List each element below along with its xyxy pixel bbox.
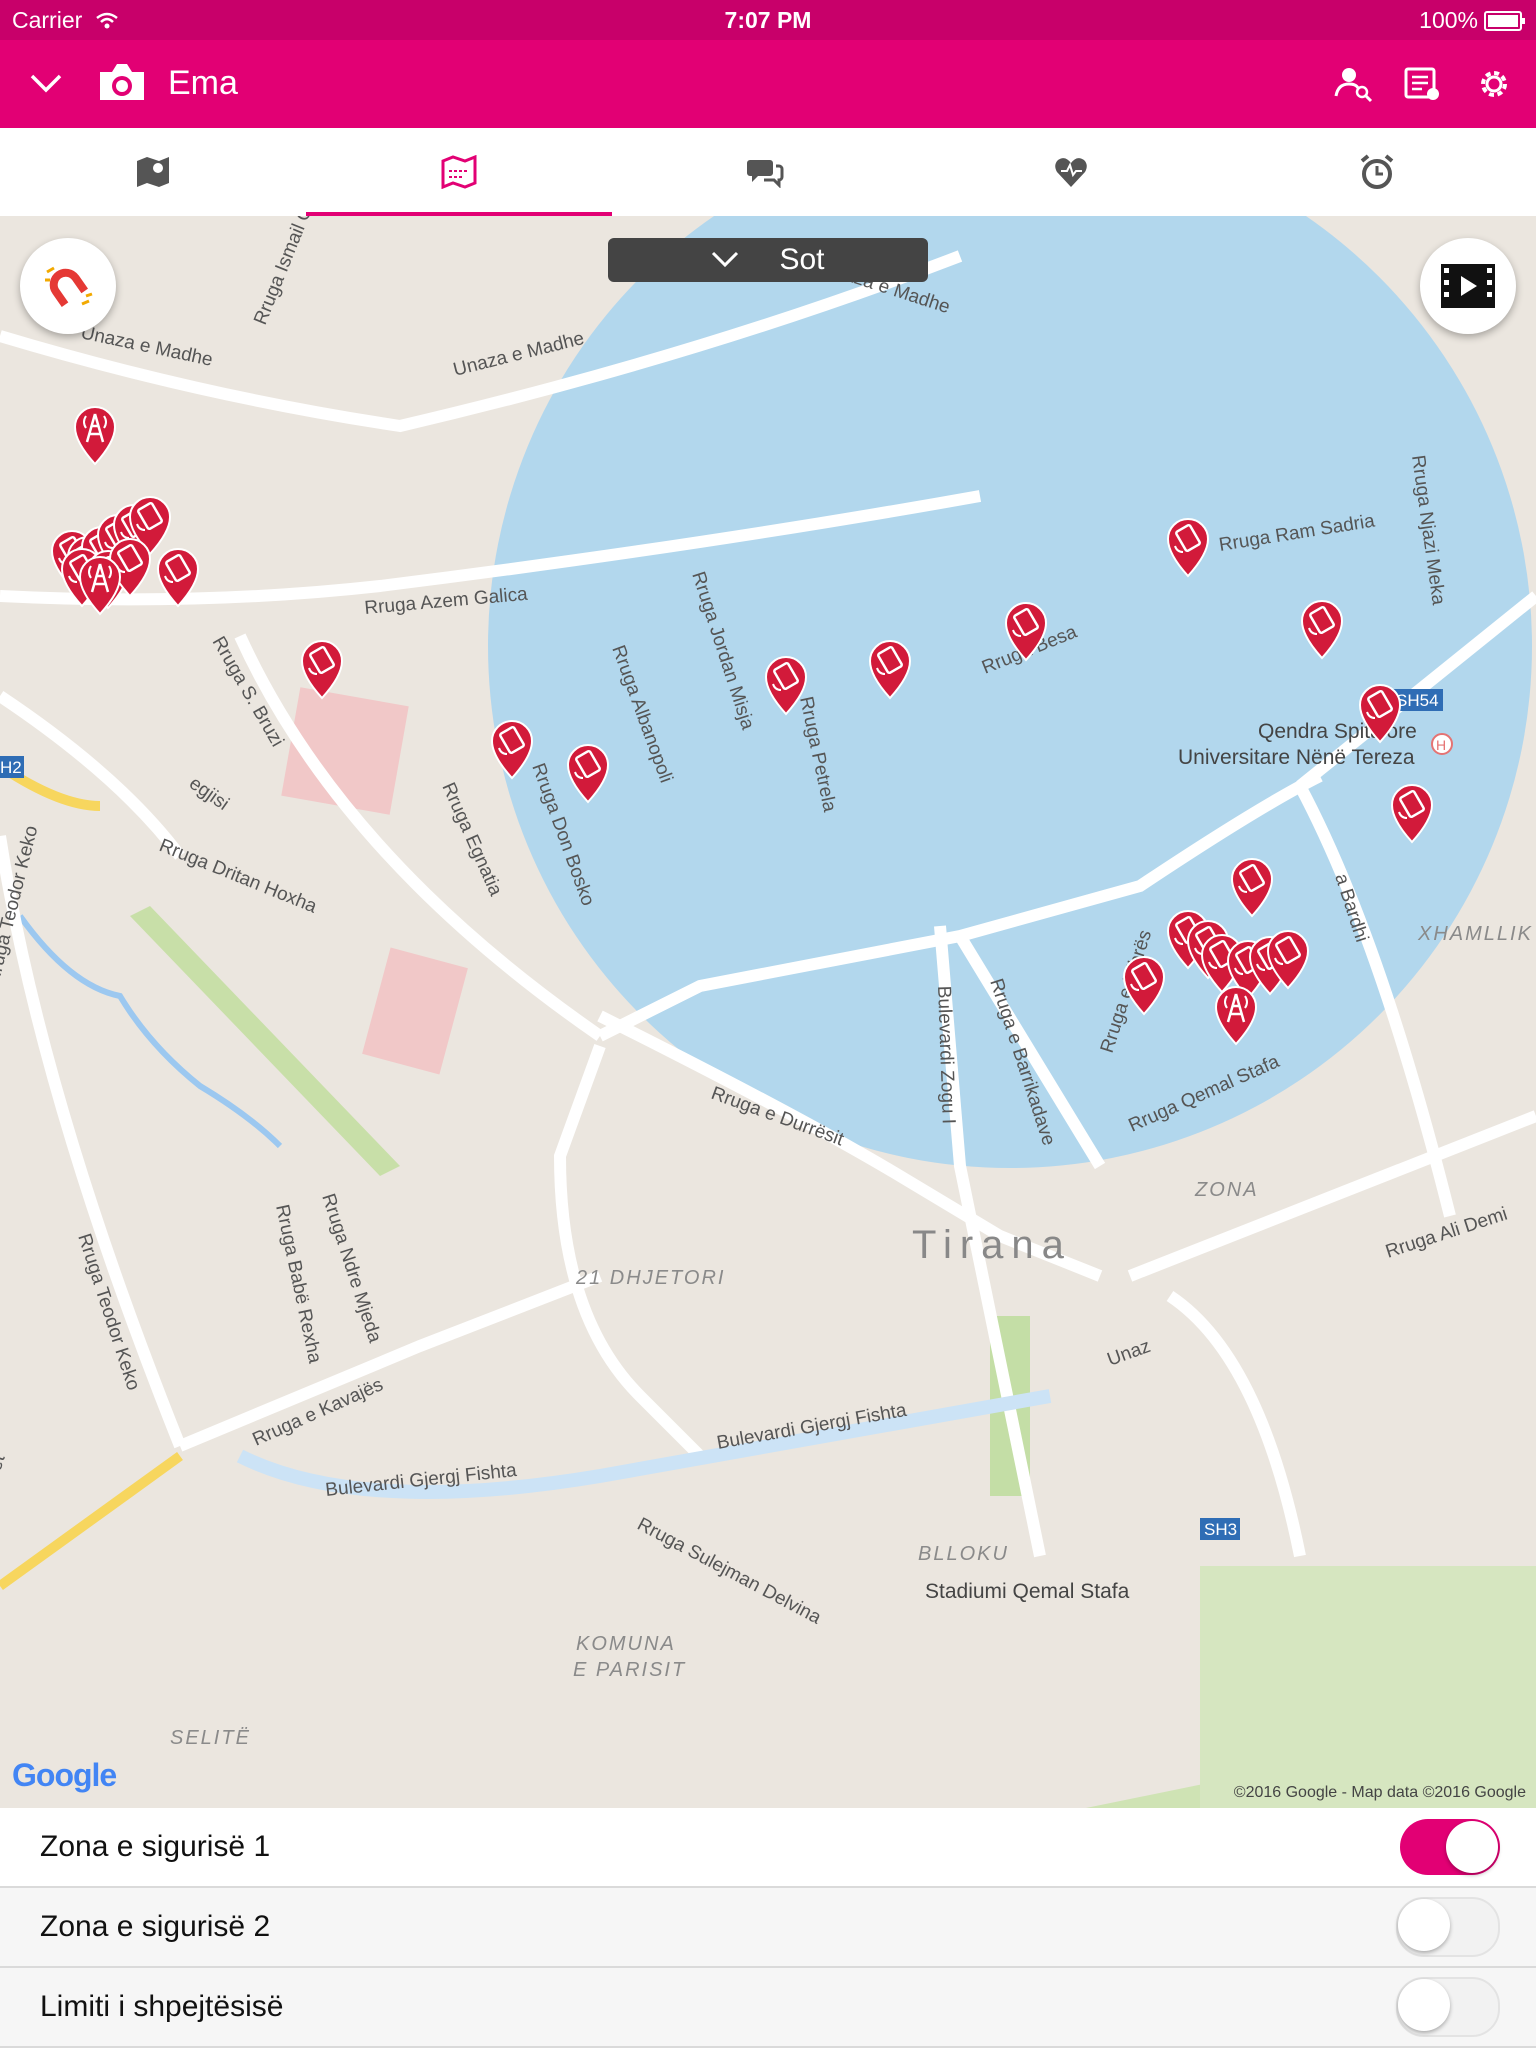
zone-2-toggle[interactable] [1396, 1897, 1500, 1957]
toggle-knob [1398, 1899, 1450, 1951]
cell-tower-pin[interactable] [70, 402, 120, 466]
camera-icon[interactable] [96, 60, 148, 104]
setting-row-zone-2[interactable]: Zona e sigurisë 2 [0, 1888, 1536, 1968]
zone-settings-list: Zona e sigurisë 1 Zona e sigurisë 2 Limi… [0, 1808, 1536, 2048]
phone-location-pin[interactable] [865, 636, 915, 700]
gear-icon[interactable] [1474, 64, 1514, 104]
poi-label: Stadiumi Qemal Stafa [925, 1580, 1130, 1603]
phone-location-pin[interactable] [153, 544, 203, 608]
pin-marker-icon [156, 548, 200, 608]
battery-icon [1484, 10, 1525, 31]
phone-location-pin[interactable] [1355, 680, 1405, 744]
map-attribution: ©2016 Google - Map data ©2016 Google [1233, 1784, 1526, 1801]
toggle-knob [1398, 1979, 1450, 2031]
district-label: E PARISIT [573, 1659, 686, 1681]
film-play-icon [1441, 264, 1495, 308]
tab-health[interactable] [918, 128, 1224, 216]
pin-marker-icon [300, 640, 344, 700]
city-label: Tirana [912, 1223, 1072, 1267]
chevron-down-icon[interactable] [28, 68, 64, 98]
setting-label: Limiti i shpejtësisë [40, 1990, 284, 2023]
pin-marker-icon [1230, 858, 1274, 918]
clock: 7:07 PM [724, 7, 812, 33]
road-shield: SH3 [1204, 1520, 1237, 1539]
setting-label: Zona e sigurisë 2 [40, 1910, 271, 1943]
chevron-down-icon [712, 251, 739, 268]
pin-marker-icon [1122, 956, 1166, 1016]
phone-location-pin[interactable] [761, 652, 811, 716]
pin-marker-icon [566, 744, 610, 804]
phone-location-pin[interactable] [1227, 854, 1277, 918]
phone-location-pin[interactable] [1263, 926, 1313, 990]
pin-marker-icon [73, 406, 117, 466]
pin-marker-icon [1004, 602, 1048, 662]
district-label: KOMUNA [576, 1633, 676, 1655]
toggle-knob [1446, 1821, 1498, 1873]
tab-location-map[interactable] [0, 128, 306, 216]
road-shield: H2 [0, 758, 22, 777]
cell-tower-pin[interactable] [75, 552, 125, 616]
battery-percent: 100% [1419, 7, 1478, 33]
tab-alarms[interactable] [1224, 128, 1530, 216]
pin-marker-icon [1390, 784, 1434, 844]
period-label: Sot [779, 243, 825, 276]
phone-location-pin[interactable] [1163, 514, 1213, 578]
pin-marker-icon [868, 640, 912, 700]
phone-location-pin[interactable] [1297, 596, 1347, 660]
map-marker-icon [137, 157, 169, 187]
speed-limit-toggle[interactable] [1396, 1977, 1500, 2037]
chat-icon [747, 160, 784, 188]
video-playback-button[interactable] [1420, 238, 1516, 334]
pin-marker-icon [78, 556, 122, 616]
phone-location-pin[interactable] [563, 740, 613, 804]
pin-marker-icon [1266, 930, 1310, 990]
pin-marker-icon [1214, 986, 1258, 1046]
map-canvas: Unaza e Madhe Unaza e Madhe Unaza e Madh… [0, 216, 1536, 1808]
status-bar: Carrier 7:07 PM 100% [0, 0, 1536, 40]
zone-1-toggle[interactable] [1400, 1819, 1500, 1875]
phone-location-pin[interactable] [297, 636, 347, 700]
tab-bar [0, 128, 1536, 218]
battery-indicator: 100% [1419, 7, 1525, 34]
district-label: BLLOKU [918, 1543, 1009, 1565]
phone-location-pin[interactable] [1001, 598, 1051, 662]
district-label: SELITË [170, 1727, 251, 1749]
pin-marker-icon [764, 656, 808, 716]
setting-row-speed-limit[interactable]: Limiti i shpejtësisë [0, 1968, 1536, 2048]
pin-marker-icon [1358, 684, 1402, 744]
hospital-icon: H [1436, 737, 1446, 753]
cell-tower-pin[interactable] [1211, 982, 1261, 1046]
phone-location-pin[interactable] [1119, 952, 1169, 1016]
heart-pulse-icon [1055, 158, 1087, 187]
alarm-clock-icon [1360, 154, 1394, 189]
district-label: ZONA [1194, 1179, 1259, 1201]
phone-location-pin[interactable] [1387, 780, 1437, 844]
app-bar: Ema [0, 40, 1536, 128]
district-label: XHAMLLIK [1417, 923, 1533, 945]
tab-safety-zones[interactable] [306, 128, 612, 218]
google-logo-text: Google [12, 1757, 117, 1793]
device-name: Ema [168, 64, 238, 102]
report-icon[interactable] [1402, 64, 1442, 104]
setting-row-zone-1[interactable]: Zona e sigurisë 1 [0, 1808, 1536, 1888]
phone-location-pin[interactable] [487, 716, 537, 780]
pin-marker-icon [490, 720, 534, 780]
magnet-button[interactable] [20, 238, 116, 334]
pin-marker-icon [1166, 518, 1210, 578]
user-search-icon[interactable] [1334, 64, 1374, 104]
setting-label: Zona e sigurisë 1 [40, 1830, 271, 1863]
tab-messages[interactable] [612, 128, 918, 216]
zone-map-icon [441, 155, 477, 189]
magnet-icon [45, 266, 93, 308]
google-logo: Google [12, 1757, 117, 1794]
district-label: 21 DHJETORI [575, 1267, 725, 1289]
period-dropdown[interactable]: Sot [608, 238, 928, 282]
map-view[interactable]: Unaza e Madhe Unaza e Madhe Unaza e Madh… [0, 216, 1536, 1808]
poi-label: Universitare Nënë Tereza [1178, 746, 1415, 769]
pin-marker-icon [1300, 600, 1344, 660]
